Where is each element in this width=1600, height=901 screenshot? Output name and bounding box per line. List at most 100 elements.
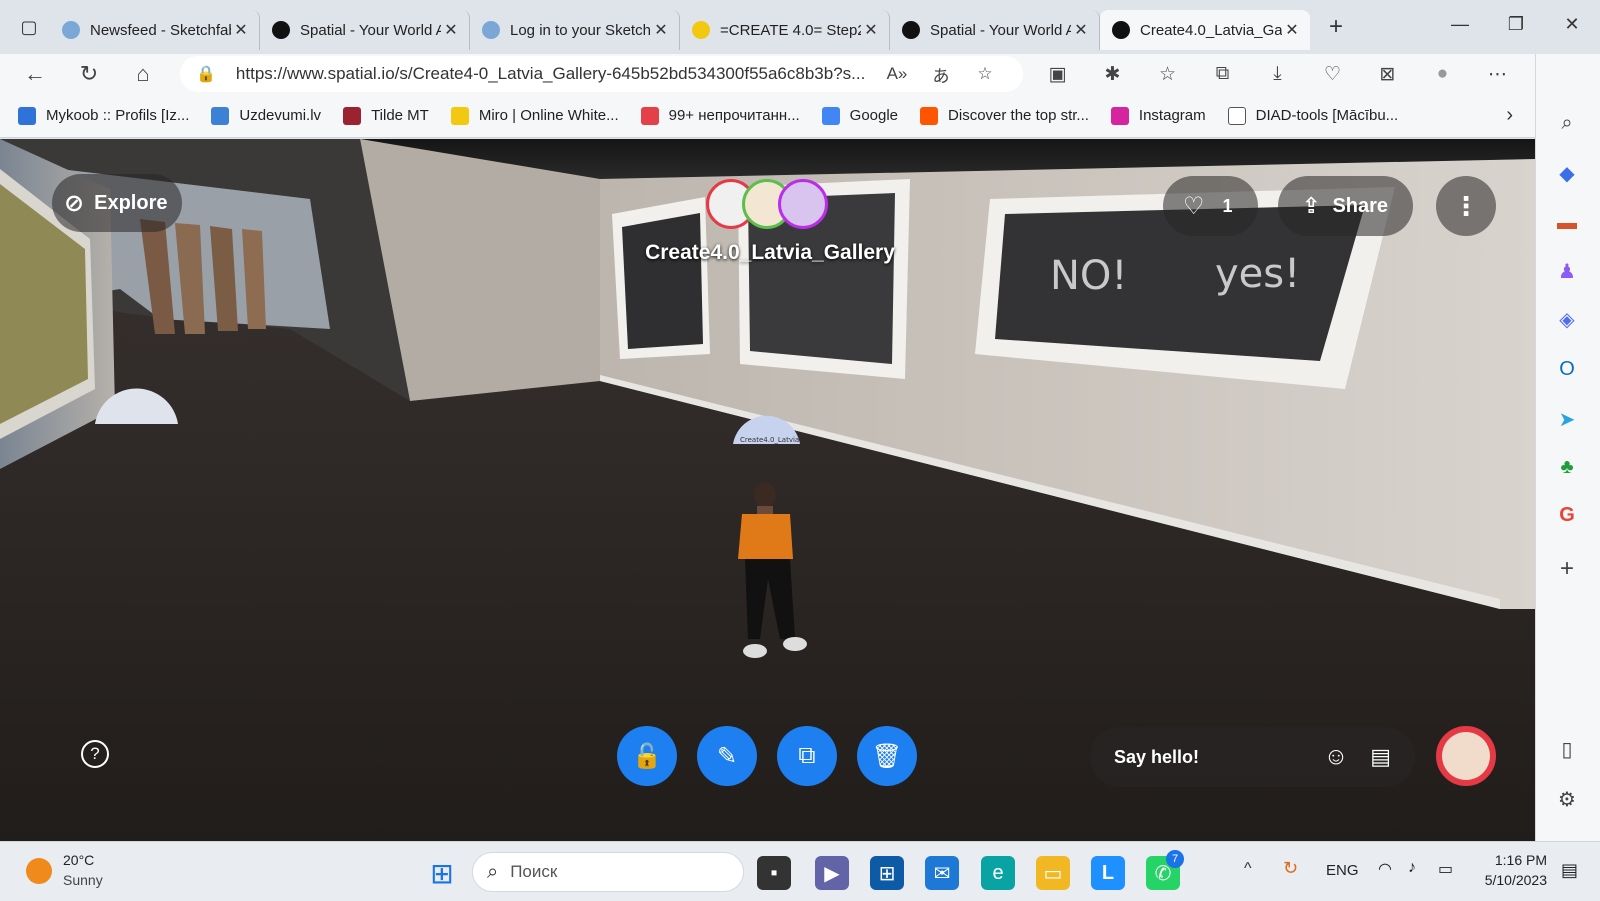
screenshot-icon[interactable]: ⊠: [1360, 63, 1415, 86]
browser-tab[interactable]: Create4.0_Latvia_Gallery✕: [1100, 10, 1310, 50]
close-tab-icon[interactable]: ✕: [231, 20, 251, 40]
browser-tab[interactable]: Spatial - Your World Awaits✕: [890, 10, 1100, 50]
lock-object-button[interactable]: 🔓: [617, 726, 677, 786]
browser-tab[interactable]: Log in to your Sketchfab✕: [470, 10, 680, 50]
close-tab-icon[interactable]: ✕: [1071, 20, 1091, 40]
taskbar-search[interactable]: ⌕ Поиск: [472, 852, 744, 892]
chat-input[interactable]: Say hello!: [1114, 747, 1324, 768]
url-text[interactable]: https://www.spatial.io/s/Create4-0_Latvi…: [236, 64, 875, 84]
chat-bar[interactable]: Say hello! ☺ ▤: [1090, 727, 1415, 787]
like-button[interactable]: ♡ 1: [1163, 176, 1258, 236]
url-field[interactable]: 🔒 https://www.spatial.io/s/Create4-0_Lat…: [180, 56, 1023, 92]
home-button[interactable]: ⌂: [116, 54, 170, 94]
microsoft365-icon[interactable]: ◈: [1552, 304, 1582, 334]
bookmark-item[interactable]: DIAD-tools [Mācību...: [1227, 106, 1398, 125]
translate-icon[interactable]: あ: [919, 62, 963, 87]
spatial-icon: [1112, 21, 1130, 39]
favorites-icon[interactable]: ☆: [1140, 63, 1195, 86]
explore-label: Explore: [94, 191, 168, 214]
more-menu-icon[interactable]: ⋯: [1470, 63, 1525, 86]
clock-date[interactable]: 5/10/2023: [1465, 872, 1547, 888]
browser-tab[interactable]: =CREATE 4.0= Step2 ✕: [680, 10, 890, 50]
bookmarks-more-icon[interactable]: ›: [1506, 104, 1513, 127]
add-sidebar-app-icon[interactable]: +: [1552, 554, 1582, 584]
close-tab-icon[interactable]: ✕: [441, 20, 461, 40]
shopping-icon[interactable]: ◆: [1552, 158, 1582, 188]
store-icon[interactable]: ⊞: [870, 856, 904, 890]
emoji-icon[interactable]: ☺: [1324, 743, 1349, 771]
weather-desc[interactable]: Sunny: [63, 872, 103, 888]
tools-icon[interactable]: ▬: [1552, 208, 1582, 238]
close-tab-icon[interactable]: ✕: [861, 20, 881, 40]
share-button[interactable]: ⇪ Share: [1278, 176, 1413, 236]
close-tab-icon[interactable]: ✕: [1282, 20, 1302, 40]
add-favorite-icon[interactable]: ☆: [963, 64, 1007, 84]
duplicate-icon: ⧉: [798, 742, 816, 769]
task-view-icon[interactable]: ▪: [757, 856, 791, 890]
duplicate-object-button[interactable]: ⧉: [777, 726, 837, 786]
bookmark-item[interactable]: 99+ непрочитанн...: [640, 106, 800, 125]
bookmark-item[interactable]: Google: [821, 106, 898, 125]
wifi-icon[interactable]: ◠: [1378, 859, 1392, 879]
settings-gear-icon[interactable]: ⚙: [1552, 784, 1582, 814]
minimize-button[interactable]: —: [1432, 0, 1488, 48]
search-icon[interactable]: ⌕: [1552, 108, 1582, 138]
notification-icon[interactable]: ▤: [1561, 860, 1578, 881]
collections-icon[interactable]: ⧉: [1195, 63, 1250, 85]
edge-icon[interactable]: e: [981, 856, 1015, 890]
lock-icon[interactable]: 🔒: [196, 64, 216, 84]
teams-chat-icon[interactable]: ▶: [815, 856, 849, 890]
explore-button[interactable]: ⊘ Explore: [52, 174, 182, 232]
close-tab-icon[interactable]: ✕: [651, 20, 671, 40]
tab-actions-icon[interactable]: ▢: [14, 12, 44, 42]
refresh-button[interactable]: ↻: [62, 54, 116, 94]
more-options-button[interactable]: ⋮: [1436, 176, 1496, 236]
games-icon[interactable]: ♟: [1552, 256, 1582, 286]
help-button[interactable]: ?: [65, 724, 125, 784]
browser-tab[interactable]: Newsfeed - Sketchfab ✕: [50, 10, 260, 50]
new-tab-button[interactable]: +: [1318, 13, 1354, 41]
edit-object-button[interactable]: ✎: [697, 726, 757, 786]
extensions-icon[interactable]: ✱: [1085, 63, 1140, 86]
bookmark-item[interactable]: Discover the top str...: [920, 106, 1089, 125]
profile-avatar[interactable]: ●: [1415, 63, 1470, 85]
language-indicator[interactable]: ENG: [1326, 862, 1359, 879]
participant-avatar-3[interactable]: [778, 179, 828, 229]
outlook-icon[interactable]: O: [1552, 354, 1582, 384]
close-window-button[interactable]: ✕: [1544, 0, 1600, 48]
bookmark-item[interactable]: Tilde MT: [343, 106, 429, 125]
file-explorer-icon[interactable]: ▭: [1036, 856, 1070, 890]
back-button[interactable]: ←: [8, 54, 62, 94]
my-avatar-button[interactable]: [1436, 726, 1496, 786]
downloads-icon[interactable]: ⤓: [1250, 63, 1305, 85]
performance-icon[interactable]: ♡: [1305, 63, 1360, 86]
battery-icon[interactable]: ▭: [1438, 859, 1453, 879]
bookmark-item[interactable]: Instagram: [1110, 106, 1206, 125]
bookmark-item[interactable]: Miro | Online White...: [450, 106, 619, 125]
bookmark-item[interactable]: Uzdevumi.lv: [211, 106, 321, 125]
read-aloud-icon[interactable]: A»: [875, 64, 919, 84]
chat-messages-icon[interactable]: ▤: [1370, 744, 1391, 770]
participant-avatars[interactable]: [706, 179, 828, 231]
clock-time[interactable]: 1:16 PM: [1475, 852, 1547, 868]
app-l-icon[interactable]: L: [1091, 856, 1125, 890]
bookmark-item[interactable]: Mykoob :: Profils [Iz...: [18, 106, 189, 125]
extension-icon[interactable]: ▣: [1030, 63, 1085, 86]
tree-icon[interactable]: ♣: [1552, 452, 1582, 482]
mail-icon[interactable]: ✉: [925, 856, 959, 890]
space-title: Create4.0_Latvia_Gallery: [645, 241, 895, 264]
spatial-3d-viewport[interactable]: NO! yes! Create4.0_Latvia ⊘ Explore Crea…: [0, 139, 1535, 841]
google-icon[interactable]: G: [1552, 500, 1582, 530]
restore-button[interactable]: ❐: [1488, 0, 1544, 48]
sync-icon[interactable]: ↻: [1283, 858, 1298, 879]
bookmarks-bar: Mykoob :: Profils [Iz... Uzdevumi.lv Tilde…: [0, 94, 1535, 138]
split-screen-icon[interactable]: ▯: [1552, 734, 1582, 764]
delete-object-button[interactable]: 🗑: [857, 726, 917, 786]
browser-tab[interactable]: Spatial - Your World Awaits✕: [260, 10, 470, 50]
volume-icon[interactable]: ♪: [1408, 859, 1416, 877]
windows-start-icon[interactable]: ⊞: [425, 856, 459, 890]
tray-expand-icon[interactable]: ^: [1244, 860, 1252, 878]
telegram-icon[interactable]: ➤: [1552, 404, 1582, 434]
bookmark-icon: [821, 106, 840, 125]
weather-temp[interactable]: 20°C: [63, 852, 94, 868]
